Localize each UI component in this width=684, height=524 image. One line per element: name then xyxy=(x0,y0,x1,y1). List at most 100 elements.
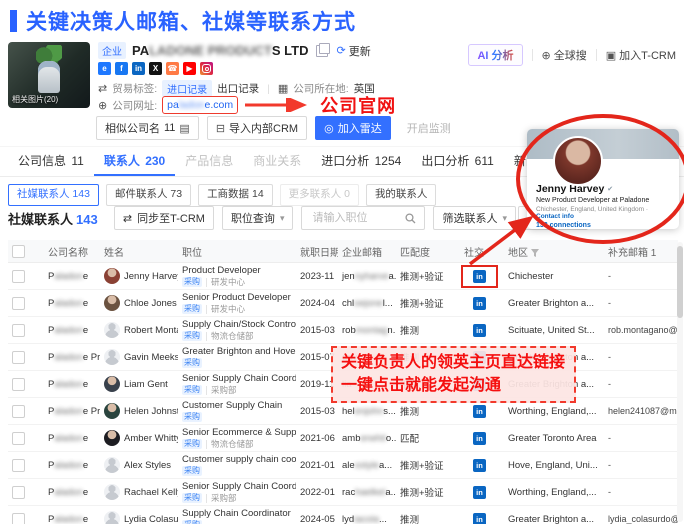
name-cell[interactable]: Amber Whitty xyxy=(100,425,178,452)
linkedin-icon[interactable]: in xyxy=(132,62,145,75)
position-search-box[interactable] xyxy=(301,206,425,230)
avatar xyxy=(104,484,120,500)
company-website-link[interactable]: paladone.com xyxy=(162,96,238,114)
filter-contacts-dropdown[interactable]: 筛选联系人▾ xyxy=(433,206,516,230)
extra-email-cell: - xyxy=(604,290,678,317)
table-row: Paladone Alex Styles Customer supply cha… xyxy=(8,452,678,479)
company-cell: Paladone xyxy=(44,506,100,524)
role-tag: 采购 xyxy=(182,466,202,476)
linkedin-icon[interactable]: in xyxy=(473,459,486,472)
name-cell[interactable]: Jenny Harvey xyxy=(100,263,178,290)
position-query-dropdown[interactable]: 职位查询▾ xyxy=(222,206,294,230)
row-checkbox[interactable] xyxy=(12,270,25,283)
extra-email-cell: - xyxy=(604,344,678,371)
department-tag: 研发中心 xyxy=(206,278,245,287)
company-cell: Paladone xyxy=(44,479,100,506)
profile-banner xyxy=(527,129,679,159)
linkedin-icon[interactable]: in xyxy=(473,297,486,310)
sync-tcrm-button[interactable]: ⇄同步至T-CRM xyxy=(114,206,214,230)
name-cell[interactable]: Chloe Jones xyxy=(100,290,178,317)
tab-公司信息[interactable]: 公司信息 11 xyxy=(8,147,94,176)
linkedin-icon[interactable]: in xyxy=(473,324,486,337)
web-icon[interactable]: e xyxy=(98,62,111,75)
x-icon[interactable]: X xyxy=(149,62,162,75)
facebook-icon[interactable]: f xyxy=(115,62,128,75)
title-cell: Customer supply chain coordinator采购 xyxy=(178,452,296,479)
linkedin-icon[interactable]: in xyxy=(473,513,486,524)
name-cell[interactable]: Gavin Meeks xyxy=(100,344,178,371)
row-checkbox[interactable] xyxy=(12,324,25,337)
title-cell: Senior Supply Chain Coordinator采购采购部 xyxy=(178,479,296,506)
company-photo[interactable]: 相关图片(20) xyxy=(8,42,90,108)
row-checkbox[interactable] xyxy=(12,432,25,445)
ai-analyze-button[interactable]: AI 分析 xyxy=(468,44,522,66)
name-cell[interactable]: Liam Gent xyxy=(100,371,178,398)
add-radar-button[interactable]: ◎加入雷达 xyxy=(315,116,391,140)
youtube-icon[interactable]: ▶ xyxy=(183,62,196,75)
add-tcrm-button[interactable]: ▣加入T-CRM xyxy=(606,47,676,63)
row-checkbox[interactable] xyxy=(12,351,25,364)
name-cell[interactable]: Rachael Kelly xyxy=(100,479,178,506)
copy-icon[interactable] xyxy=(316,45,328,57)
phone-icon[interactable]: ☎ xyxy=(166,62,179,75)
role-tag: 采购 xyxy=(182,439,202,449)
similar-companies-button[interactable]: 相似公司名11▤ xyxy=(96,116,199,140)
row-checkbox[interactable] xyxy=(12,486,25,499)
row-checkbox[interactable] xyxy=(12,513,25,524)
avatar xyxy=(104,511,120,524)
contact-info-link[interactable]: Contact info xyxy=(536,213,574,220)
col-就职日期: 就职日期 xyxy=(296,240,338,263)
start-date-cell: 2021-01 xyxy=(296,452,338,479)
enterprise-badge: 企业 xyxy=(98,42,126,59)
name-cell[interactable]: Lydia Colasurdo xyxy=(100,506,178,524)
tab-进口分析[interactable]: 进口分析 1254 xyxy=(311,147,411,176)
position-search-input[interactable] xyxy=(310,211,400,225)
linkedin-icon[interactable]: in xyxy=(473,486,486,499)
tab-商业关系[interactable]: 商业关系 xyxy=(243,147,311,176)
linkedin-icon[interactable]: in xyxy=(473,270,486,283)
col-职位: 职位 xyxy=(178,240,296,263)
col-企业邮箱: 企业邮箱 xyxy=(338,240,396,263)
refresh-button[interactable]: ⟳更新 xyxy=(336,43,370,59)
region-cell: Worthing, England,... xyxy=(504,479,604,506)
email-cell: lydiacola... xyxy=(338,506,396,524)
subtab-我的联系人[interactable]: 我的联系人 xyxy=(366,184,437,206)
globe-icon: ⊕ xyxy=(98,99,107,112)
name-cell[interactable]: Helen Johnstone xyxy=(100,398,178,425)
subtab-更多联系人[interactable]: 更多联系人 0 xyxy=(280,184,359,206)
subtabs: 社媒联系人 143 邮件联系人 73 工商数据 14 更多联系人 0 我的联系人 xyxy=(8,184,436,206)
company-cell: Paladone Produc... xyxy=(44,344,100,371)
match-cell: 推测+验证 xyxy=(396,290,460,317)
department-tag: 物流仓储部 xyxy=(206,440,254,449)
global-search-button[interactable]: ⊕全球搜 xyxy=(542,47,587,63)
subtab-邮件联系人[interactable]: 邮件联系人 73 xyxy=(106,184,191,206)
match-cell: 推测 xyxy=(396,317,460,344)
row-checkbox[interactable] xyxy=(12,459,25,472)
scrollbar-thumb[interactable] xyxy=(677,246,683,318)
import-crm-button[interactable]: ⊟导入内部CRM xyxy=(207,116,307,140)
linkedin-icon[interactable]: in xyxy=(473,405,486,418)
row-checkbox[interactable] xyxy=(12,297,25,310)
instagram-icon[interactable] xyxy=(200,62,213,75)
table-header-row: 公司名称姓名职位就职日期企业邮箱匹配度社交地区 补充邮箱 1 xyxy=(8,240,678,263)
enable-monitor-button[interactable]: 开启监测 xyxy=(399,117,459,139)
tab-产品信息[interactable]: 产品信息 xyxy=(175,147,243,176)
role-tag: 采购 xyxy=(182,412,202,422)
avatar xyxy=(104,376,120,392)
col-匹配度: 匹配度 xyxy=(396,240,460,263)
subtab-工商数据[interactable]: 工商数据 14 xyxy=(198,184,273,206)
region-cell: Hove, England, Uni... xyxy=(504,452,604,479)
filter-icon[interactable] xyxy=(531,249,539,257)
row-checkbox[interactable] xyxy=(12,405,25,418)
tab-联系人[interactable]: 联系人 230 xyxy=(94,147,175,176)
subtab-社媒联系人[interactable]: 社媒联系人 143 xyxy=(8,184,99,206)
row-checkbox[interactable] xyxy=(12,378,25,391)
name-cell[interactable]: Alex Styles xyxy=(100,452,178,479)
select-all-checkbox[interactable] xyxy=(12,245,25,258)
name-cell[interactable]: Robert Monta... xyxy=(100,317,178,344)
table-row: Paladone Amber Whitty Senior Ecommerce &… xyxy=(8,425,678,452)
table-row: Paladone Lydia Colasurdo Supply Chain Co… xyxy=(8,506,678,524)
tab-出口分析[interactable]: 出口分析 611 xyxy=(411,147,504,176)
start-date-cell: 2022-01 xyxy=(296,479,338,506)
linkedin-icon[interactable]: in xyxy=(473,432,486,445)
